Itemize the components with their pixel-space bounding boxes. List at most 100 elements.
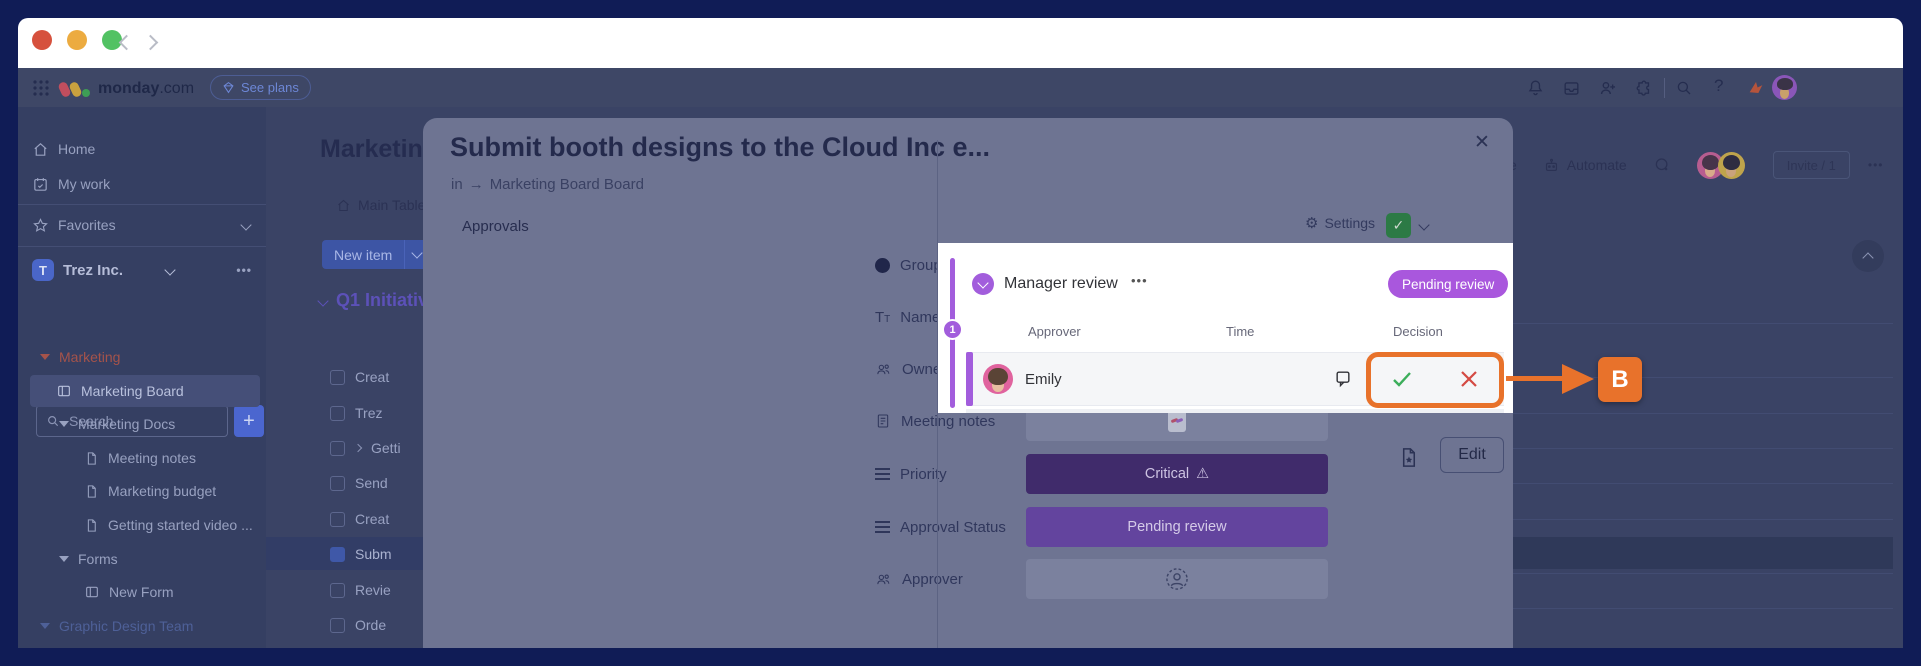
workspace-menu-icon[interactable]: •••: [236, 263, 252, 277]
sidebar-item-marketing[interactable]: Marketing: [32, 342, 260, 372]
chat-icon[interactable]: [1653, 156, 1671, 174]
comment-icon[interactable]: [1333, 368, 1353, 388]
expand-chevron-icon[interactable]: [354, 444, 362, 452]
stage-menu-icon[interactable]: •••: [1131, 273, 1148, 288]
row-checkbox[interactable]: [330, 583, 345, 598]
row-checkbox[interactable]: [330, 476, 345, 491]
annotation-arrow-line: [1506, 376, 1568, 381]
sidebar-item-label: Favorites: [58, 217, 116, 233]
sidebar-item-marketing-docs[interactable]: Marketing Docs: [32, 409, 260, 439]
search-icon[interactable]: [1675, 79, 1693, 97]
group-color-icon: [875, 258, 890, 273]
sidebar-item-meeting-notes[interactable]: Meeting notes: [32, 443, 260, 473]
triangle-down-icon: [40, 623, 50, 629]
member-avatar[interactable]: [1718, 152, 1745, 179]
invite-members-icon[interactable]: [1598, 79, 1617, 98]
sidebar-item-label: My work: [58, 176, 110, 192]
next-row-strip: [966, 409, 1504, 413]
apps-grid-icon[interactable]: [32, 79, 50, 97]
row-label: Trez: [355, 405, 382, 421]
check-icon: ✓: [1393, 217, 1405, 234]
row-checkbox[interactable]: [330, 512, 345, 527]
sidebar-item-my-work[interactable]: My work: [32, 169, 260, 199]
approver-name: Emily: [1025, 371, 1062, 388]
row-label: Send: [355, 475, 388, 491]
item-title[interactable]: Submit booth designs to the Cloud Inc e.…: [450, 132, 990, 163]
row-gridline: [1513, 483, 1893, 484]
row-gridline: [1513, 448, 1893, 449]
breadcrumb-in: in: [451, 176, 463, 193]
row-checkbox[interactable]: [330, 441, 345, 456]
stage-status-badge: Pending review: [1388, 270, 1508, 298]
row-label: Getti: [371, 440, 401, 456]
traffic-light-minimize[interactable]: [67, 30, 87, 50]
chevron-down-icon[interactable]: [1418, 219, 1429, 230]
see-plans-label: See plans: [241, 80, 299, 95]
sidebar-item-marketing-board[interactable]: Marketing Board: [32, 376, 260, 406]
close-icon[interactable]: ✕: [1474, 131, 1490, 154]
row-label: Creat: [355, 511, 389, 527]
scroll-top-button[interactable]: [1852, 240, 1884, 272]
stage-collapse-button[interactable]: [972, 273, 994, 295]
sidebar-item-marketing-budget[interactable]: Marketing budget: [32, 476, 260, 506]
monday-logo[interactable]: monday.com: [60, 80, 194, 98]
button-divider: [404, 240, 405, 269]
sidebar-item-new-form[interactable]: New Form: [32, 577, 260, 607]
tab-main-table[interactable]: Main Table: [336, 197, 425, 213]
stage-title: Manager review: [1004, 275, 1118, 293]
sidebar-item-forms[interactable]: Forms: [32, 544, 260, 574]
doc-magic-icon[interactable]: [1397, 445, 1420, 470]
sidebar-item-graphic-design-team[interactable]: Graphic Design Team: [32, 611, 260, 641]
traffic-light-zoom[interactable]: [102, 30, 122, 50]
traffic-light-close[interactable]: [32, 30, 52, 50]
sidebar-item-label: New Form: [109, 584, 174, 600]
sidebar-item-getting-started[interactable]: Getting started video ...: [32, 510, 260, 540]
item-breadcrumb: in → Marketing Board Board: [451, 176, 644, 193]
edit-label: Edit: [1458, 446, 1486, 464]
breadcrumb-board[interactable]: Marketing Board Board: [490, 176, 644, 193]
empty-person-icon: [1164, 566, 1190, 592]
new-item-button[interactable]: New item: [322, 240, 428, 269]
field-value-approval-status[interactable]: Pending review: [1026, 507, 1328, 547]
automate-label[interactable]: Automate: [1567, 157, 1627, 173]
topbar-divider: [1664, 78, 1665, 98]
notifications-bell-icon[interactable]: [1526, 78, 1545, 97]
sidebar-item-label: Home: [58, 141, 95, 157]
user-avatar[interactable]: [1772, 75, 1797, 100]
invite-button[interactable]: Invite / 1: [1773, 151, 1850, 179]
field-label-approval-status: Approval Status: [875, 507, 1006, 547]
row-checkbox[interactable]: [330, 618, 345, 633]
browser-forward-icon[interactable]: [143, 35, 159, 51]
inbox-icon[interactable]: [1562, 79, 1581, 98]
row-checkbox[interactable]: [330, 406, 345, 421]
logo-dot-green: [82, 89, 90, 97]
home-icon: [336, 198, 351, 213]
sidebar-item-label: Marketing Docs: [78, 416, 175, 432]
triangle-down-icon: [59, 556, 69, 562]
row-checkbox-checked[interactable]: [330, 547, 345, 562]
column-header-time: Time: [1226, 324, 1254, 339]
field-value-priority[interactable]: Critical⚠: [1026, 454, 1328, 494]
approvals-settings[interactable]: ⚙ Settings: [1305, 214, 1375, 232]
row-checkbox[interactable]: [330, 370, 345, 385]
warning-icon: ⚠: [1196, 466, 1209, 482]
sidebar-item-home[interactable]: Home: [32, 134, 260, 164]
row-gridline: [1513, 519, 1893, 520]
logo-dot-yellow: [68, 80, 82, 97]
column-header-decision: Decision: [1393, 324, 1443, 339]
help-icon[interactable]: ?: [1714, 76, 1723, 96]
field-value-approver[interactable]: [1026, 559, 1328, 599]
field-label-group: Group: [875, 245, 942, 285]
board-menu-icon[interactable]: •••: [1868, 158, 1884, 172]
doc-icon: [84, 451, 99, 466]
board-icon: [56, 383, 72, 399]
approvals-checkbox[interactable]: ✓: [1386, 213, 1411, 238]
field-label-name: TTName: [875, 297, 940, 337]
apps-marketplace-puzzle-icon[interactable]: [1635, 79, 1654, 98]
edit-button[interactable]: Edit: [1440, 437, 1504, 473]
logo-text-bold: monday: [98, 80, 159, 97]
sidebar-item-favorites[interactable]: Favorites: [32, 210, 260, 240]
see-plans-button[interactable]: See plans: [210, 75, 311, 100]
sidebar-divider: [18, 204, 266, 205]
sidebar-workspace-trez[interactable]: T Trez Inc. •••: [32, 255, 260, 285]
